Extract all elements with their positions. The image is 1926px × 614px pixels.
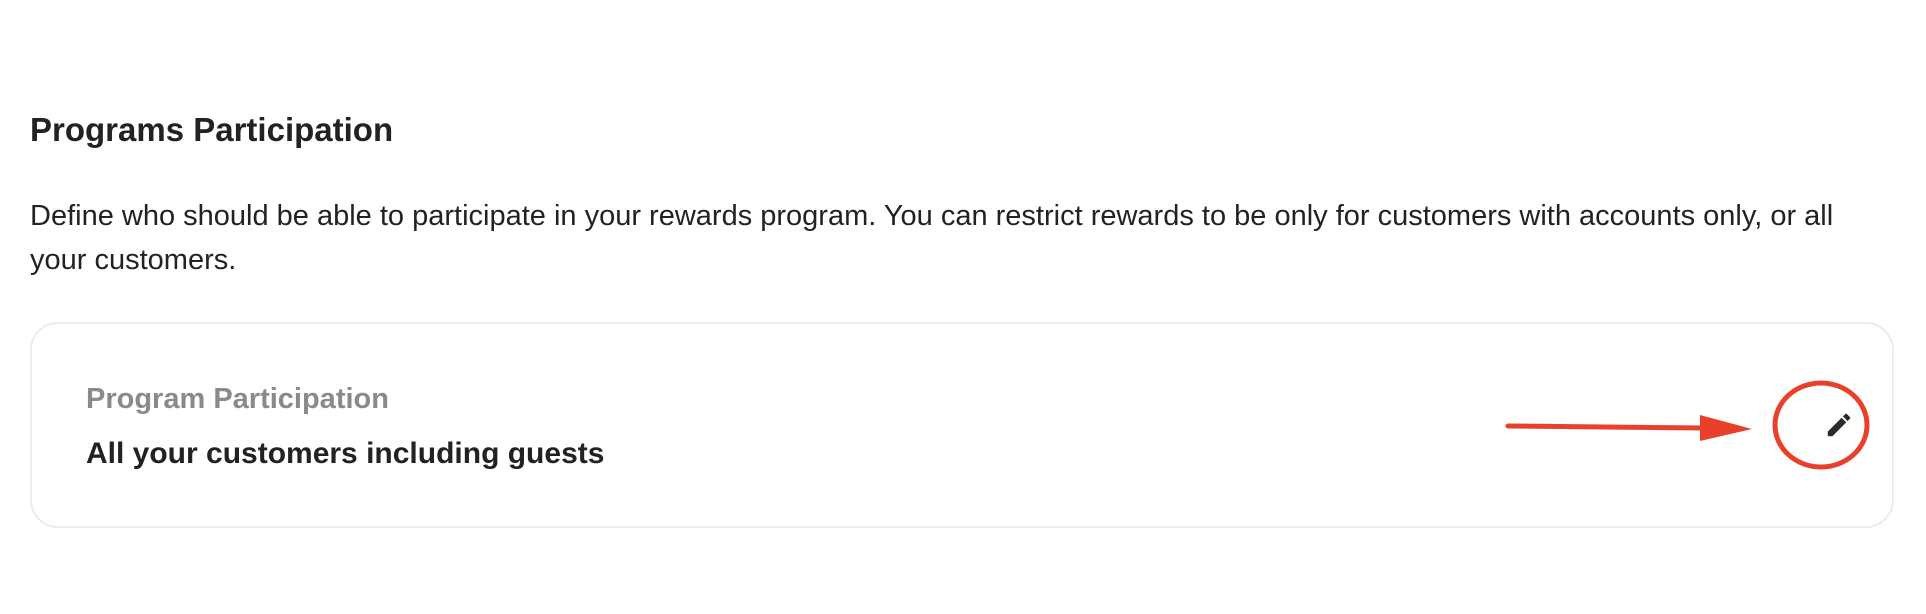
programs-participation-section: Programs Participation Define who should… xyxy=(30,108,1896,282)
card-value: All your customers including guests xyxy=(86,437,605,470)
card-label: Program Participation xyxy=(86,383,389,415)
section-title: Programs Participation xyxy=(30,111,394,148)
section-description: Define who should be able to participate… xyxy=(30,200,1834,276)
pencil-icon xyxy=(1827,413,1851,437)
program-participation-card: Program Participation All your customers… xyxy=(30,322,1894,528)
edit-button[interactable] xyxy=(1799,385,1879,465)
